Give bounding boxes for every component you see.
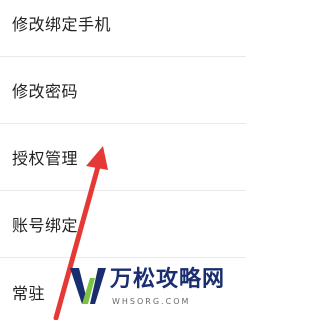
- settings-screen: 修改绑定手机 修改密码 授权管理 账号绑定 常驻 万松攻略网 WHSORG.CO…: [0, 0, 246, 320]
- watermark-title: 万松攻略网: [110, 267, 226, 292]
- settings-item-authorization-management[interactable]: 授权管理: [0, 124, 246, 191]
- settings-item-label: 授权管理: [12, 149, 79, 168]
- watermark-logo-icon: [70, 268, 106, 304]
- settings-item-account-binding[interactable]: 账号绑定: [0, 191, 246, 258]
- watermark: 万松攻略网 WHSORG.COM: [66, 264, 246, 320]
- settings-item-label: 账号绑定: [12, 216, 79, 235]
- settings-item-label: 常驻: [12, 283, 46, 303]
- settings-item-change-password[interactable]: 修改密码: [0, 57, 246, 124]
- settings-item-label: 修改密码: [12, 82, 79, 101]
- settings-item-label: 修改绑定手机: [12, 15, 112, 34]
- watermark-subtitle: WHSORG.COM: [112, 297, 191, 306]
- settings-item-change-phone[interactable]: 修改绑定手机: [0, 0, 246, 57]
